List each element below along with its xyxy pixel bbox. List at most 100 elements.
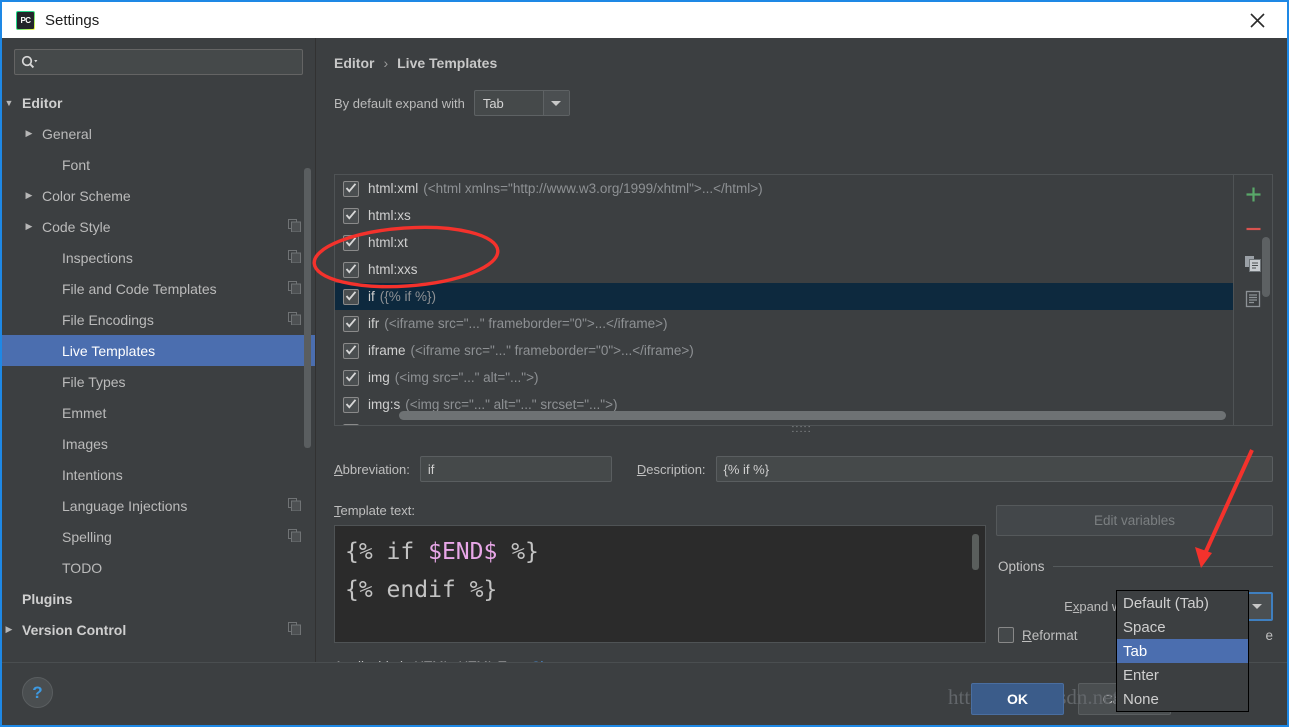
template-description: ({% if %}) [380,289,436,304]
breadcrumb-current: Live Templates [397,55,497,71]
dialog-body: ▼Editor▶GeneralFont▶Color Scheme▶Code St… [2,38,1287,663]
template-abbreviation: ifr [368,316,379,331]
expand-with-dropdown[interactable]: Default (Tab)SpaceTabEnterNone [1116,590,1249,712]
options-divider [1053,566,1273,567]
table-row[interactable]: html:xxs [335,256,1233,283]
sidebar-item-intentions[interactable]: Intentions [2,459,315,490]
copy-settings-icon[interactable] [288,312,301,328]
editor-scrollbar[interactable] [972,534,979,570]
template-abbreviation: img:sizes [368,424,424,425]
description-input[interactable]: {% if %} [716,456,1273,482]
sidebar-item-todo[interactable]: TODO [2,552,315,583]
menu-item-none[interactable]: None [1117,687,1248,711]
table-row[interactable]: html:xt [335,229,1233,256]
twisty-spacer [42,251,56,265]
templates-toolbar [1233,175,1272,425]
sidebar-item-language-injections[interactable]: Language Injections [2,490,315,521]
twisty-spacer [42,561,56,575]
sidebar-item-file-types[interactable]: File Types [2,366,315,397]
sidebar-item-version-control[interactable]: ▶Version Control [2,614,315,645]
menu-item-space[interactable]: Space [1117,615,1248,639]
reformat-checkbox[interactable] [998,627,1014,643]
sidebar-scrollbar[interactable] [306,133,313,593]
menu-item-default-tab-[interactable]: Default (Tab) [1117,591,1248,615]
twisty-spacer [42,499,56,513]
template-enabled-checkbox[interactable] [343,343,359,359]
copy-settings-icon[interactable] [288,250,301,266]
chevron-right-icon[interactable]: ▶ [22,127,36,141]
sidebar-item-spelling[interactable]: Spelling [2,521,315,552]
close-icon[interactable] [1237,2,1277,38]
template-description: (<iframe src="..." frameborder="0">...</… [411,343,694,358]
sidebar-item-general[interactable]: ▶General [2,118,315,149]
sidebar-item-label: Code Style [42,219,288,235]
menu-item-enter[interactable]: Enter [1117,663,1248,687]
copy-settings-icon[interactable] [288,498,301,514]
template-group-button[interactable] [1242,288,1264,310]
template-enabled-checkbox[interactable] [343,181,359,197]
question-mark-icon[interactable]: ? [22,677,53,708]
sidebar-item-label: Emmet [62,405,301,421]
sidebar-item-code-style[interactable]: ▶ Code Style [2,211,315,242]
chevron-down-icon[interactable]: ▼ [2,96,16,110]
duplicate-template-button[interactable] [1242,253,1264,275]
sidebar-item-inspections[interactable]: Inspections [2,242,315,273]
template-text-editor[interactable]: {% if $END$ %} {% endif %} [334,525,986,643]
abbreviation-input[interactable]: if [420,456,612,482]
template-enabled-checkbox[interactable] [343,262,359,278]
options-title: Options [998,559,1045,574]
templates-list-scrollbar[interactable] [1262,237,1270,297]
breadcrumb-parent[interactable]: Editor [334,55,374,71]
copy-settings-icon[interactable] [288,219,301,235]
table-row[interactable]: if({% if %}) [335,283,1233,310]
twisty-spacer [42,406,56,420]
menu-item-tab[interactable]: Tab [1117,639,1248,663]
sidebar-item-file-encodings[interactable]: File Encodings [2,304,315,335]
template-abbreviation: html:xs [368,208,411,223]
template-enabled-checkbox[interactable] [343,370,359,386]
template-enabled-checkbox[interactable] [343,316,359,332]
copy-settings-icon[interactable] [288,281,301,297]
sidebar-item-file-and-code-templates[interactable]: File and Code Templates [2,273,315,304]
sidebar-item-emmet[interactable]: Emmet [2,397,315,428]
template-description: (<img src="..." alt="..." sizes="..." sr… [429,424,704,425]
remove-template-button[interactable] [1242,218,1264,240]
chevron-right-icon[interactable]: ▶ [22,220,36,234]
settings-tree[interactable]: ▼Editor▶GeneralFont▶Color Scheme▶Code St… [2,87,315,652]
template-enabled-checkbox[interactable] [343,235,359,251]
abbreviation-row: Abbreviation: if Description: {% if %} [334,456,1273,482]
sidebar-item-font[interactable]: Font [2,149,315,180]
sidebar-item-images[interactable]: Images [2,428,315,459]
copy-settings-icon[interactable] [288,529,301,545]
templates-list-hscrollbar[interactable] [399,411,1226,420]
add-template-button[interactable] [1242,183,1264,205]
table-row[interactable]: html:xs [335,202,1233,229]
splitter-grip[interactable]: ::::: [791,427,811,432]
chevron-right-icon[interactable]: ▶ [22,189,36,203]
template-abbreviation: img [368,370,390,385]
sidebar-item-color-scheme[interactable]: ▶Color Scheme [2,180,315,211]
table-row[interactable]: iframe (<iframe src="..." frameborder="0"… [335,337,1233,364]
table-row[interactable]: img(<img src="..." alt="...">) [335,364,1233,391]
twisty-spacer [42,313,56,327]
template-abbreviation: html:xxs [368,262,418,277]
template-enabled-checkbox[interactable] [343,424,359,426]
template-enabled-checkbox[interactable] [343,208,359,224]
sidebar-item-live-templates[interactable]: Live Templates [2,335,315,366]
sidebar-item-plugins[interactable]: Plugins [2,583,315,614]
copy-settings-icon[interactable] [288,622,301,638]
search-input[interactable] [14,49,303,75]
table-row[interactable]: ifr(<iframe src="..." frameborder="0">..… [335,310,1233,337]
default-expand-select[interactable]: Tab [474,90,570,116]
templates-list[interactable]: html:xml(<html xmlns="http://www.w3.org/… [335,175,1233,425]
chevron-right-icon[interactable]: ▶ [2,623,16,637]
sidebar-item-label: Spelling [62,529,288,545]
template-enabled-checkbox[interactable] [343,289,359,305]
ok-button[interactable]: OK [971,683,1064,715]
default-expand-row: By default expand with Tab [330,90,1273,116]
sidebar-item-editor[interactable]: ▼Editor [2,87,315,118]
template-abbreviation: iframe [368,343,406,358]
template-enabled-checkbox[interactable] [343,397,359,413]
table-row[interactable]: html:xml(<html xmlns="http://www.w3.org/… [335,175,1233,202]
edit-variables-button[interactable]: Edit variables [996,505,1273,536]
